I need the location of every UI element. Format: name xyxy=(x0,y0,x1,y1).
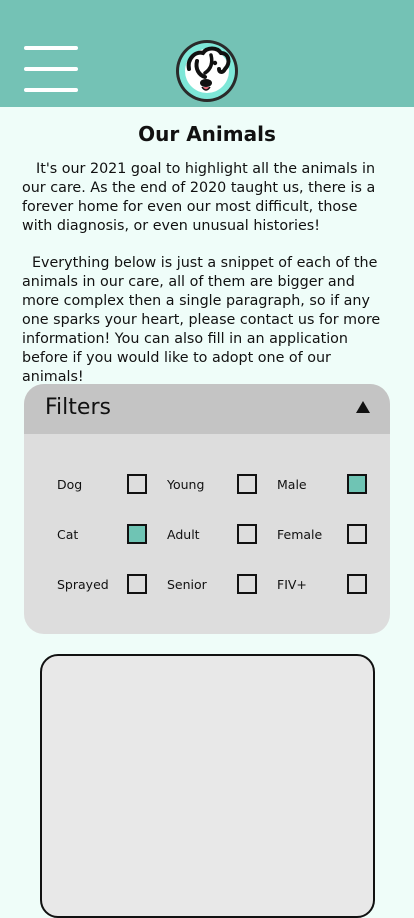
filter-checkbox-fiv[interactable] xyxy=(347,574,367,594)
intro-paragraph: It's our 2021 goal to highlight all the … xyxy=(22,161,376,234)
filters-title: Filters xyxy=(45,395,111,420)
filter-checkbox-adult[interactable] xyxy=(237,524,257,544)
filter-checkbox-male[interactable] xyxy=(347,474,367,494)
page-title: Our Animals xyxy=(138,122,276,146)
filter-label-female: Female xyxy=(277,527,323,542)
animal-card[interactable] xyxy=(40,654,375,918)
filter-checkbox-cat[interactable] xyxy=(127,524,147,544)
filters-header[interactable]: Filters xyxy=(24,384,390,434)
filter-label-young: Young xyxy=(167,477,205,492)
filters-panel: Filters Dog Young Male Cat Adult Female … xyxy=(24,384,390,634)
filter-checkbox-dog[interactable] xyxy=(127,474,147,494)
filter-label-fiv: FIV+ xyxy=(277,577,307,592)
hamburger-menu-icon[interactable] xyxy=(24,46,78,94)
collapse-triangle-icon[interactable] xyxy=(356,401,370,413)
top-header xyxy=(0,0,414,107)
filter-checkbox-female[interactable] xyxy=(347,524,367,544)
filter-label-cat: Cat xyxy=(57,527,79,542)
filter-checkbox-senior[interactable] xyxy=(237,574,257,594)
second-paragraph: Everything below is just a snippet of ea… xyxy=(22,255,381,385)
filter-label-dog: Dog xyxy=(57,477,83,492)
filter-checkbox-sprayed[interactable] xyxy=(127,574,147,594)
filter-label-adult: Adult xyxy=(167,527,200,542)
filter-label-male: Male xyxy=(277,477,307,492)
dog-logo-icon[interactable] xyxy=(175,39,239,103)
filter-checkbox-young[interactable] xyxy=(237,474,257,494)
filter-label-sprayed: Sprayed xyxy=(57,577,109,592)
filter-label-senior: Senior xyxy=(167,577,207,592)
